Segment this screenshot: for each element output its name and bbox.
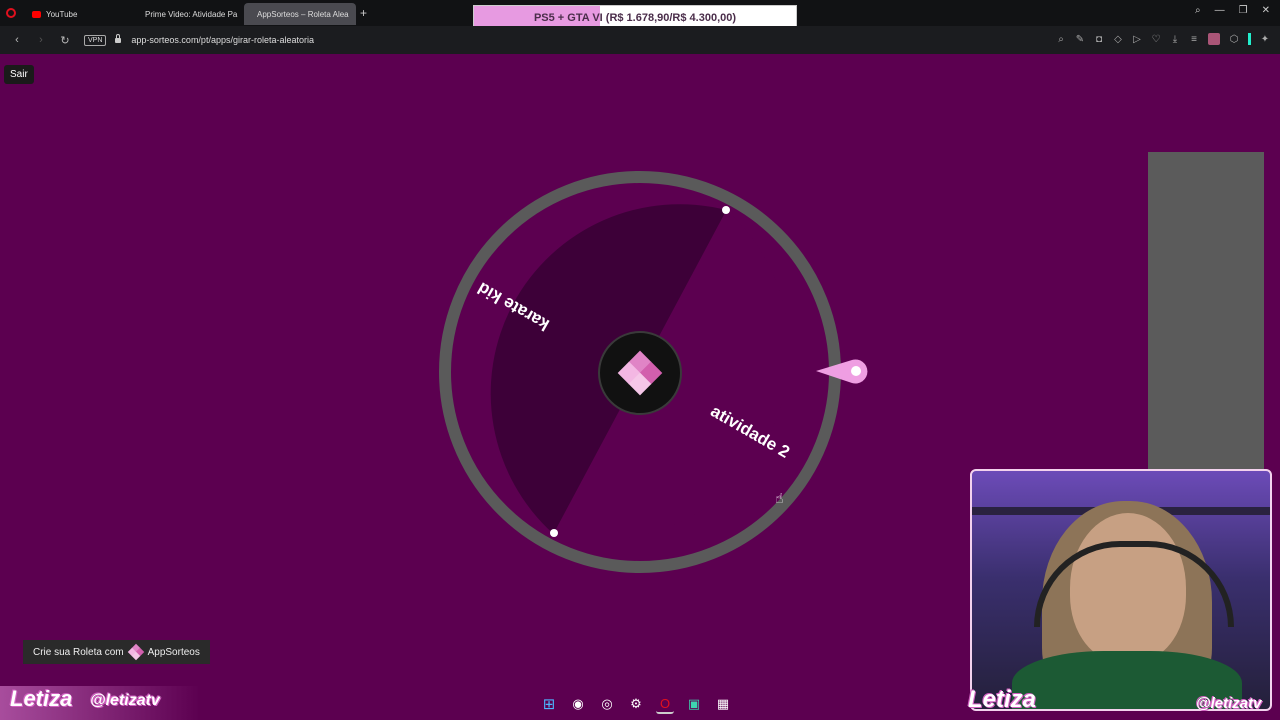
- spin-button[interactable]: [598, 331, 682, 415]
- window-controls: ⌕ — ❐ ✕: [1195, 5, 1270, 16]
- streamer-handle: @letizatv: [90, 692, 160, 709]
- discord-icon[interactable]: ◉: [569, 695, 587, 713]
- forward-icon[interactable]: ›: [34, 34, 48, 46]
- minimize-icon[interactable]: —: [1215, 5, 1225, 16]
- appsorteos-icon: [127, 643, 144, 661]
- avatar[interactable]: [1208, 33, 1220, 45]
- heart-icon[interactable]: ♡: [1151, 34, 1161, 45]
- youtube-icon: [32, 10, 41, 18]
- download-icon[interactable]: ⤓: [1170, 34, 1180, 45]
- vpn-badge[interactable]: VPN: [84, 34, 107, 46]
- streamer-name: Letiza: [968, 686, 1037, 713]
- calculator-icon[interactable]: ▦: [714, 695, 732, 713]
- menu-icon[interactable]: ≡: [1189, 34, 1199, 45]
- opera-icon[interactable]: O: [656, 694, 674, 714]
- edit-icon[interactable]: ✎: [1075, 34, 1085, 45]
- address-bar: ‹ › ↻ VPN app-sorteos.com/pt/apps/girar-…: [0, 26, 1280, 54]
- wheel-pointer-icon: [816, 359, 868, 384]
- tab-title: Prime Video: Atividade Pa: [145, 9, 238, 19]
- badge-brand: AppSorteos: [147, 646, 200, 658]
- close-icon[interactable]: ✕: [1262, 5, 1270, 16]
- search-tabs-icon[interactable]: ⌕: [1195, 5, 1201, 16]
- obs-icon[interactable]: ◎: [598, 695, 616, 713]
- hand-cursor-icon: ☝: [775, 490, 784, 506]
- extensions-icon[interactable]: ⬡: [1229, 34, 1239, 45]
- streamer-handle: @letizatv: [1196, 695, 1262, 712]
- exit-button[interactable]: Sair: [4, 65, 34, 84]
- appsorteos-logo-icon: [617, 350, 663, 396]
- new-tab-button[interactable]: +: [360, 6, 367, 20]
- tab-youtube[interactable]: YouTube: [24, 3, 132, 25]
- badge-text: Crie sua Roleta com: [33, 646, 124, 658]
- shield-icon[interactable]: ◇: [1113, 34, 1123, 45]
- ai-icon[interactable]: ✦: [1260, 34, 1270, 45]
- tab-title: AppSorteos – Roleta Alea: [257, 9, 349, 19]
- url-field[interactable]: app-sorteos.com/pt/apps/girar-roleta-ale…: [131, 35, 314, 45]
- segment-divider-dot: [722, 206, 730, 214]
- tab-prime-video[interactable]: Prime Video: Atividade Pa: [132, 3, 244, 25]
- lock-icon[interactable]: [115, 33, 122, 43]
- camera-icon[interactable]: ◘: [1094, 34, 1104, 45]
- create-roulette-badge[interactable]: Crie sua Roleta com AppSorteos: [23, 640, 210, 664]
- streamer-name: Letiza: [10, 686, 73, 711]
- segment-divider-dot: [550, 529, 558, 537]
- toolbar-icons: ⌕ ✎ ◘ ◇ ▷ ♡ ⤓ ≡ ⬡ ✦: [1056, 33, 1270, 45]
- tab-title: YouTube: [46, 9, 78, 19]
- webcam-feed: [970, 469, 1272, 711]
- play-icon[interactable]: ▷: [1132, 34, 1142, 45]
- goal-progress-text: PS5 + GTA VI (R$ 1.678,90/R$ 4.300,00): [533, 11, 737, 24]
- appsorteos-icon: [249, 11, 255, 17]
- app-icon[interactable]: ▣: [685, 695, 703, 713]
- restore-icon[interactable]: ❐: [1239, 5, 1248, 16]
- sidebar-indicator: [1248, 33, 1251, 45]
- back-icon[interactable]: ‹: [10, 34, 24, 46]
- tab-appsorteos[interactable]: AppSorteos – Roleta Alea: [244, 3, 356, 25]
- taskbar: ⊞ ◉ ◎ ⚙ O ▣ ▦: [540, 692, 732, 716]
- opera-menu-icon[interactable]: [6, 8, 16, 18]
- side-panel: [1148, 152, 1264, 472]
- search-icon[interactable]: ⌕: [1056, 34, 1066, 45]
- windows-icon[interactable]: ⊞: [540, 695, 558, 713]
- reload-icon[interactable]: ↻: [58, 34, 72, 47]
- steam-icon[interactable]: ⚙: [627, 695, 645, 713]
